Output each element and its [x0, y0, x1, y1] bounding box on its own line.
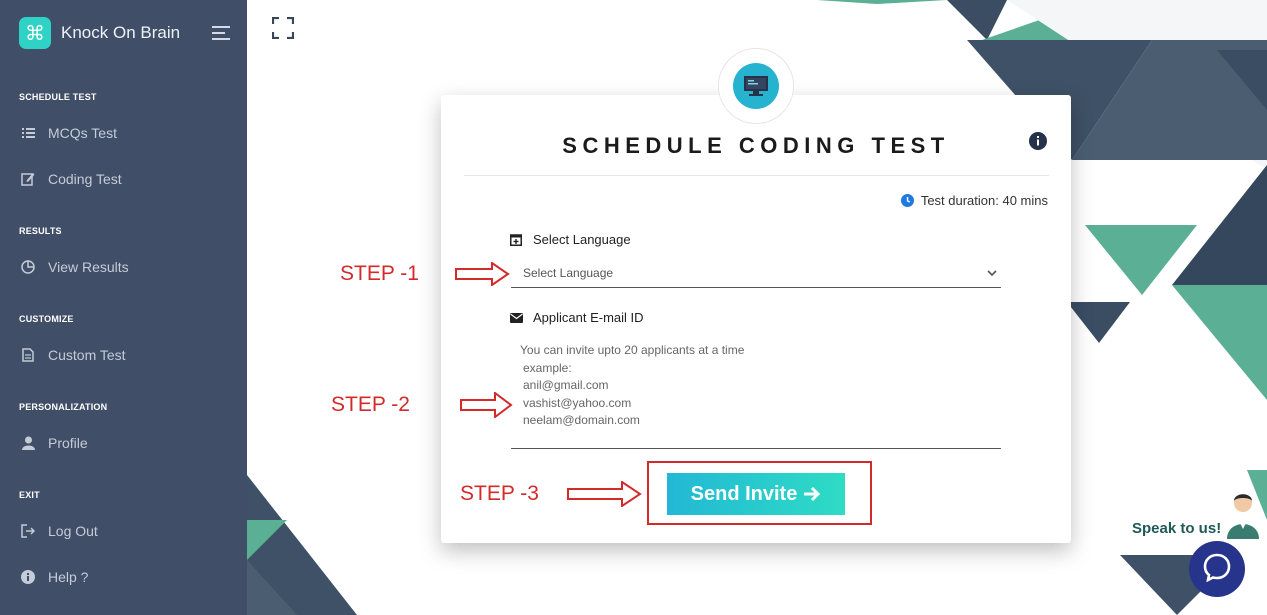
test-duration: Test duration: 40 mins [900, 193, 1048, 208]
chat-button[interactable] [1189, 541, 1245, 597]
calendar-plus-icon [510, 233, 524, 247]
pie-chart-icon [19, 260, 37, 274]
brand-name: Knock On Brain [61, 23, 181, 42]
sidebar-item-mcqs-test[interactable]: MCQs Test [19, 125, 117, 141]
placeholder-line: example: [523, 360, 572, 375]
sidebar-item-label: Coding Test [48, 171, 122, 187]
info-icon[interactable] [1029, 132, 1047, 150]
chevron-down-icon [975, 266, 1001, 280]
language-label: Select Language [510, 232, 631, 247]
logout-icon [19, 524, 37, 538]
sidebar-item-label: Help ? [48, 569, 89, 585]
sidebar-item-label: Log Out [48, 523, 98, 539]
sidebar-item-label: MCQs Test [48, 125, 117, 141]
speak-to-us-label[interactable]: Speak to us! [1132, 520, 1221, 537]
list-icon [19, 128, 37, 138]
file-icon [19, 348, 37, 362]
section-title-customize: CUSTOMIZE [19, 314, 74, 324]
user-icon [19, 436, 37, 450]
language-select-placeholder: Select Language [523, 265, 614, 280]
section-title-schedule-test: SCHEDULE TEST [19, 92, 97, 102]
section-title-personalization: PERSONALIZATION [19, 402, 108, 412]
page-title: SCHEDULE CODING TEST [562, 133, 950, 158]
arrow-right-icon [454, 261, 510, 291]
annotation-box [647, 461, 872, 525]
sidebar-item-log-out[interactable]: Log Out [19, 523, 98, 539]
email-label-text: Applicant E-mail ID [533, 310, 644, 325]
menu-toggle-icon[interactable] [212, 26, 230, 40]
brand[interactable]: ⌘ Knock On Brain [19, 17, 180, 49]
monitor-icon [733, 63, 779, 109]
sidebar-item-profile[interactable]: Profile [19, 435, 88, 451]
divider [464, 175, 1049, 176]
section-title-exit: EXIT [19, 490, 40, 500]
info-circle-icon [19, 570, 37, 584]
step-2-annotation: STEP -2 [331, 393, 410, 416]
placeholder-line: You can invite upto 20 applicants at a t… [520, 343, 745, 357]
sidebar: ⌘ Knock On Brain SCHEDULE TEST MCQs Test… [0, 0, 247, 615]
coding-test-badge [718, 48, 794, 124]
sidebar-item-label: View Results [48, 259, 129, 275]
sidebar-item-view-results[interactable]: View Results [19, 259, 129, 275]
placeholder-line: anil@gmail.com [523, 378, 609, 392]
sidebar-item-help[interactable]: Help ? [19, 569, 88, 585]
duration-text: Test duration: 40 mins [920, 193, 1048, 208]
sidebar-item-label: Custom Test [48, 347, 126, 363]
email-textarea[interactable]: You can invite upto 20 applicants at a t… [511, 342, 1001, 449]
sidebar-item-label: Profile [48, 435, 88, 451]
section-title-results: RESULTS [19, 226, 62, 236]
placeholder-line: vashist@yahoo.com [523, 395, 632, 410]
envelope-icon [510, 311, 524, 325]
sidebar-item-custom-test[interactable]: Custom Test [19, 347, 126, 363]
arrow-right-icon [459, 391, 513, 423]
email-label: Applicant E-mail ID [510, 310, 644, 325]
clock-icon [900, 194, 914, 207]
command-icon: ⌘ [19, 17, 51, 49]
step-3-annotation: STEP -3 [460, 482, 539, 505]
placeholder-line: neelam@domain.com [523, 413, 640, 427]
fullscreen-icon[interactable] [271, 16, 295, 40]
language-label-text: Select Language [533, 232, 631, 247]
step-1-annotation: STEP -1 [340, 262, 419, 285]
chat-bubble-icon [1202, 552, 1232, 587]
sidebar-item-coding-test[interactable]: Coding Test [19, 171, 122, 187]
arrow-right-icon [566, 480, 642, 512]
language-select[interactable]: Select Language [511, 258, 1001, 288]
edit-icon [19, 172, 37, 186]
support-agent-avatar [1222, 489, 1264, 539]
